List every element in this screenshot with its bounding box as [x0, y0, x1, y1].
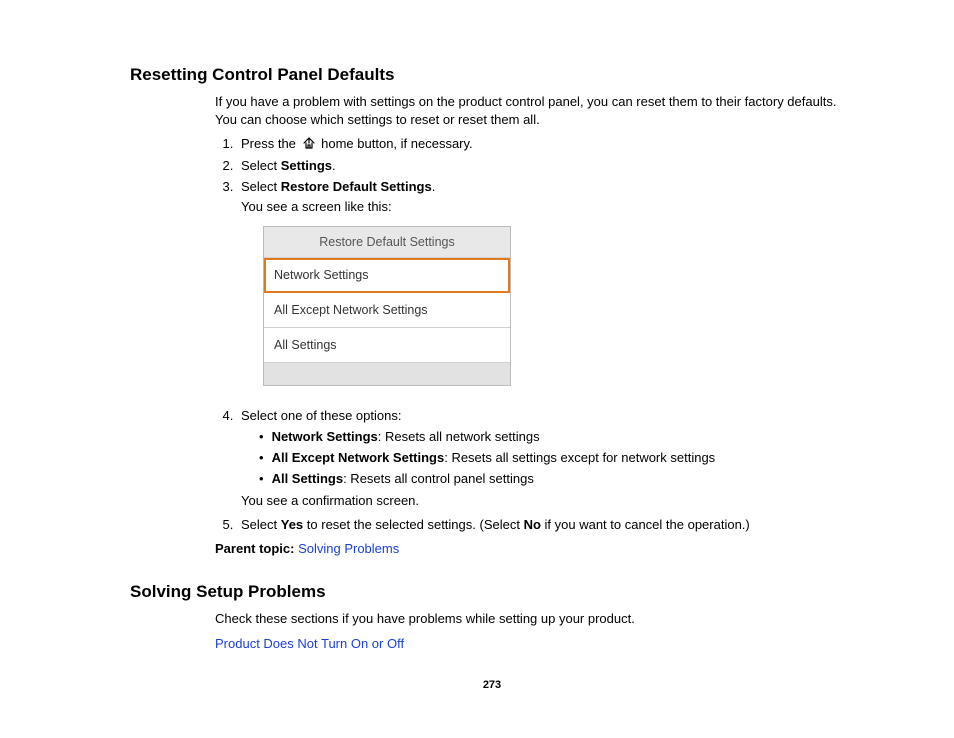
step-2-text-a: Select — [241, 158, 281, 173]
screenshot-header: Restore Default Settings — [264, 227, 510, 258]
screenshot-row-network: Network Settings — [264, 258, 510, 293]
step-1: Press the home button, if necessary. — [237, 136, 854, 152]
parent-topic-line: Parent topic: Solving Problems — [215, 540, 854, 558]
page-number: 273 — [130, 679, 854, 691]
step-4: Select one of these options: Network Set… — [237, 408, 854, 510]
intro-paragraph: If you have a problem with settings on t… — [215, 93, 854, 128]
opt1-bold: Network Settings — [272, 429, 378, 444]
home-icon — [302, 137, 316, 152]
screenshot-row-except-network: All Except Network Settings — [264, 293, 510, 328]
step-2: Select Settings. — [237, 158, 854, 173]
step-3: Select Restore Default Settings. You see… — [237, 179, 854, 386]
step-3-text-c: . — [432, 179, 436, 194]
step-5-no: No — [524, 517, 541, 532]
step-1-text-b: home button, if necessary. — [318, 136, 473, 151]
step-3-bold: Restore Default Settings — [281, 179, 432, 194]
step-5: Select Yes to reset the selected setting… — [237, 517, 854, 532]
option-except-network: All Except Network Settings: Resets all … — [259, 450, 854, 465]
section-heading-resetting: Resetting Control Panel Defaults — [130, 65, 854, 85]
opt1-text: : Resets all network settings — [378, 429, 540, 444]
option-network: Network Settings: Resets all network set… — [259, 429, 854, 444]
step-2-bold: Settings — [281, 158, 332, 173]
parent-topic-link[interactable]: Solving Problems — [298, 541, 399, 556]
step-5-c: to reset the selected settings. (Select — [303, 517, 523, 532]
restore-settings-screenshot: Restore Default Settings Network Setting… — [263, 226, 511, 386]
step-4-text: Select one of these options: — [241, 408, 401, 423]
link-product-power[interactable]: Product Does Not Turn On or Off — [215, 636, 404, 651]
screenshot-row-all: All Settings — [264, 328, 510, 363]
step-5-a: Select — [241, 517, 281, 532]
step-4-note: You see a confirmation screen. — [241, 492, 854, 510]
step-5-e: if you want to cancel the operation.) — [541, 517, 750, 532]
opt3-bold: All Settings — [272, 471, 344, 486]
step-5-yes: Yes — [281, 517, 303, 532]
step-3-text-a: Select — [241, 179, 281, 194]
section-heading-setup: Solving Setup Problems — [130, 582, 854, 602]
step-3-note: You see a screen like this: — [241, 198, 854, 216]
opt2-bold: All Except Network Settings — [272, 450, 445, 465]
setup-intro: Check these sections if you have problem… — [215, 610, 854, 628]
parent-topic-label: Parent topic: — [215, 541, 298, 556]
step-1-text-a: Press the — [241, 136, 300, 151]
opt2-text: : Resets all settings except for network… — [444, 450, 715, 465]
step-2-text-c: . — [332, 158, 336, 173]
screenshot-footer — [264, 363, 510, 385]
option-all: All Settings: Resets all control panel s… — [259, 471, 854, 486]
opt3-text: : Resets all control panel settings — [343, 471, 534, 486]
